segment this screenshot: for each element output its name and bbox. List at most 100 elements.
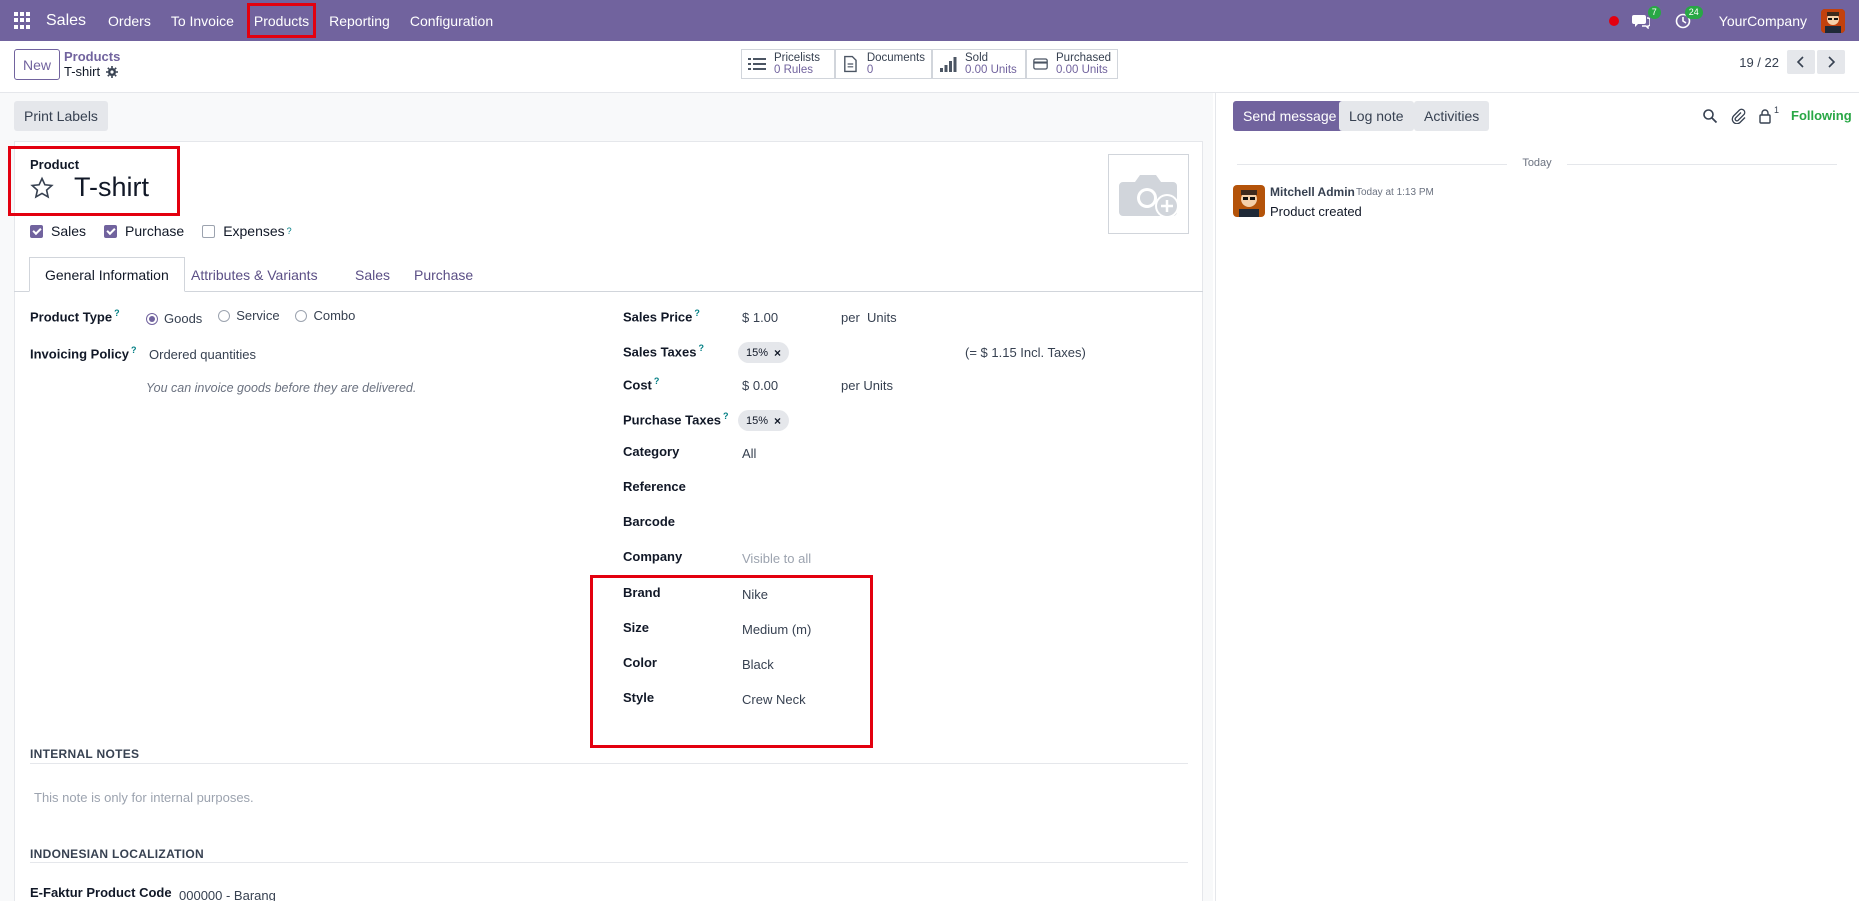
sales-price-input[interactable]: $ 1.00 <box>742 310 778 325</box>
activities-icon[interactable]: 24 <box>1673 5 1703 31</box>
invoicing-hint: You can invoice goods before they are de… <box>146 381 417 395</box>
product-type-service[interactable]: Service <box>218 308 280 323</box>
product-label: Product <box>30 157 80 172</box>
checkbox-unchecked-icon <box>202 224 216 238</box>
style-input[interactable]: Crew Neck <box>742 692 806 707</box>
smart-value: 0 <box>866 64 874 76</box>
menu-configuration[interactable]: Configuration <box>400 0 503 41</box>
author-avatar[interactable] <box>1233 185 1265 217</box>
purchase-checkbox[interactable]: Purchase <box>104 223 184 239</box>
sales-price-label: Sales Price? <box>623 308 700 325</box>
help-icon[interactable]: ? <box>287 226 292 236</box>
app-brand[interactable]: Sales <box>46 12 86 30</box>
camera-add-icon <box>1118 175 1179 218</box>
tab-general-information[interactable]: General Information <box>29 257 185 292</box>
section-divider <box>30 763 1188 764</box>
menu-reporting[interactable]: Reporting <box>319 0 400 41</box>
user-avatar[interactable] <box>1821 8 1845 33</box>
invoicing-policy-label: Invoicing Policy? <box>30 345 137 362</box>
check-label: Purchase <box>125 223 185 239</box>
product-name-field[interactable]: T-shirt <box>74 172 149 203</box>
sales-price-unit: per Units <box>841 310 897 325</box>
checkbox-checked-icon <box>30 224 43 238</box>
sales-taxes-included: (= $ 1.15 Incl. Taxes) <box>965 345 1086 360</box>
print-labels-button[interactable]: Print Labels <box>14 101 108 131</box>
smart-button-purchased[interactable]: Purchased 0.00 Units <box>1026 49 1118 79</box>
efaktur-label: E-Faktur Product Code <box>30 885 172 900</box>
style-label: Style <box>623 690 655 705</box>
smart-label: Pricelists <box>774 52 821 64</box>
barcode-label: Barcode <box>623 514 676 529</box>
messages-icon[interactable]: 7 <box>1631 5 1661 31</box>
remove-tag-icon[interactable]: × <box>774 414 781 428</box>
size-input[interactable]: Medium (m) <box>742 622 811 637</box>
category-label: Category <box>623 444 680 459</box>
lock-icon[interactable] <box>1757 108 1773 124</box>
tab-sales[interactable]: Sales <box>340 257 405 292</box>
size-label: Size <box>623 620 650 635</box>
product-image-upload[interactable] <box>1108 154 1189 234</box>
search-icon[interactable] <box>1702 108 1718 124</box>
reference-input[interactable] <box>742 479 1042 497</box>
chevron-right-icon <box>1828 56 1836 68</box>
menu-products[interactable]: Products <box>244 0 319 41</box>
product-type-goods[interactable]: Goods <box>146 311 202 326</box>
top-navbar: Sales Orders To Invoice Products Reporti… <box>0 0 1859 41</box>
checkbox-checked-icon <box>104 224 118 238</box>
activities-badge: 24 <box>1684 5 1703 19</box>
category-select[interactable]: All <box>742 446 756 461</box>
send-message-button[interactable]: Send message <box>1233 101 1347 131</box>
apps-menu-icon[interactable] <box>14 11 32 30</box>
menu-to-invoice[interactable]: To Invoice <box>161 0 244 41</box>
brand-input[interactable]: Nike <box>742 587 768 602</box>
gear-icon[interactable] <box>106 65 119 78</box>
sales-checkbox[interactable]: Sales <box>30 223 86 239</box>
check-label: Sales <box>51 223 87 239</box>
new-button[interactable]: New <box>14 49 60 80</box>
pager-counter[interactable]: 19 / 22 <box>1739 55 1779 70</box>
log-note-button[interactable]: Log note <box>1339 101 1414 131</box>
brand-label: Brand <box>623 585 661 600</box>
smart-value: 0.00 Units <box>1056 64 1108 76</box>
signal-bars-icon <box>940 57 957 72</box>
product-type-combo[interactable]: Combo <box>295 308 355 323</box>
document-icon <box>844 55 857 73</box>
messages-badge: 7 <box>1647 5 1661 19</box>
chevron-left-icon <box>1796 56 1804 68</box>
control-panel: New Products T-shirt Pricelists 0 Rules D… <box>0 41 1859 93</box>
form-tabs: General Information Attributes & Variant… <box>14 257 1203 292</box>
color-label: Color <box>623 655 657 670</box>
company-switcher[interactable]: YourCompany <box>1719 13 1807 29</box>
message-body: Product created <box>1270 204 1362 219</box>
company-label: Company <box>623 549 683 564</box>
activities-button[interactable]: Activities <box>1414 101 1490 131</box>
expenses-checkbox[interactable]: Expenses? <box>202 223 292 239</box>
menu-orders[interactable]: Orders <box>98 0 161 41</box>
smart-button-sold[interactable]: Sold 0.00 Units <box>932 49 1026 79</box>
cost-label: Cost? <box>623 376 660 393</box>
star-icon[interactable] <box>30 176 54 200</box>
company-select[interactable]: Visible to all <box>742 551 811 566</box>
cost-input[interactable]: $ 0.00 <box>742 378 778 393</box>
smart-label: Documents <box>866 52 925 64</box>
pager-next-button[interactable] <box>1817 50 1845 74</box>
pager-previous-button[interactable] <box>1787 50 1815 74</box>
internal-notes-input[interactable]: This note is only for internal purposes. <box>34 790 254 805</box>
internal-notes-title: INTERNAL NOTES <box>30 747 140 761</box>
breadcrumb-products-link[interactable]: Products <box>64 49 120 64</box>
smart-button-documents[interactable]: Documents 0 <box>835 49 932 79</box>
barcode-input[interactable] <box>742 514 1042 532</box>
color-input[interactable]: Black <box>742 657 774 672</box>
efaktur-select[interactable]: 000000 - Barang <box>179 888 276 901</box>
tab-attributes-variants[interactable]: Attributes & Variants <box>176 257 333 292</box>
message-author[interactable]: Mitchell Admin <box>1270 185 1355 199</box>
remove-tag-icon[interactable]: × <box>774 346 781 360</box>
tab-purchase[interactable]: Purchase <box>399 257 488 292</box>
purchase-taxes-label: Purchase Taxes? <box>623 411 729 428</box>
product-type-radios: Goods Service Combo <box>146 308 367 326</box>
smart-button-pricelists[interactable]: Pricelists 0 Rules <box>741 49 835 79</box>
invoicing-policy-select[interactable]: Ordered quantities <box>149 347 256 362</box>
following-button[interactable]: Following <box>1791 108 1852 123</box>
paperclip-icon[interactable] <box>1730 108 1746 124</box>
purchase-tax-tag: 15% × <box>738 410 790 431</box>
